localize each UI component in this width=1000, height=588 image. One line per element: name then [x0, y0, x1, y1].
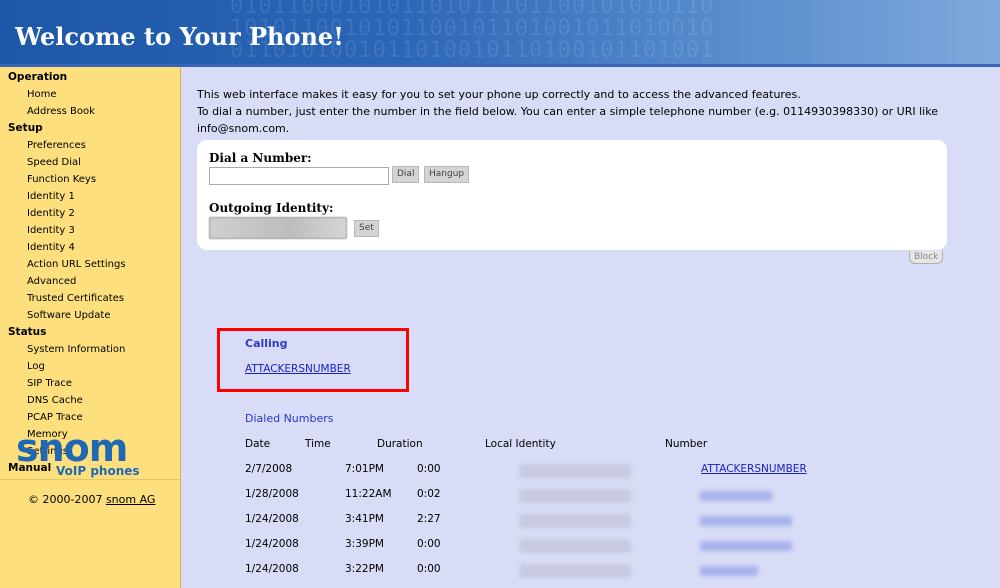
- sidebar-item-preferences[interactable]: Preferences: [0, 137, 180, 154]
- row-number-link-redacted[interactable]: [700, 566, 758, 576]
- row-date: 1/24/2008: [245, 538, 299, 550]
- column-header-date: Date: [245, 438, 271, 450]
- row-duration: 0:02: [417, 488, 441, 500]
- row-time: 3:41PM: [345, 513, 384, 525]
- sidebar-item-identity-3[interactable]: Identity 3: [0, 222, 180, 239]
- row-local-identity-redacted: [519, 539, 631, 553]
- calling-heading: Calling: [245, 337, 288, 350]
- intro-line-2: To dial a number, just enter the number …: [197, 105, 938, 135]
- row-date: 1/28/2008: [245, 488, 299, 500]
- dial-panel: Dial a Number: Dial Hangup Outgoing Iden…: [197, 140, 947, 250]
- sidebar-item-system-information[interactable]: System Information: [0, 341, 180, 358]
- sidebar-item-sip-trace[interactable]: SIP Trace: [0, 375, 180, 392]
- sidebar-item-identity-1[interactable]: Identity 1: [0, 188, 180, 205]
- copyright: © 2000-2007 snom AG: [28, 493, 155, 506]
- sidebar-item-advanced[interactable]: Advanced: [0, 273, 180, 290]
- dialed-numbers-heading: Dialed Numbers: [245, 412, 334, 425]
- row-date: 1/24/2008: [245, 513, 299, 525]
- dial-button[interactable]: Dial: [392, 166, 420, 183]
- row-time: 7:01PM: [345, 463, 384, 475]
- sidebar-divider: [0, 479, 180, 480]
- row-duration: 0:00: [417, 463, 441, 475]
- logo-wordmark: snom: [16, 426, 128, 470]
- intro-line-1: This web interface makes it easy for you…: [197, 88, 801, 101]
- row-time: 11:22AM: [345, 488, 392, 500]
- sidebar-item-trusted-certificates[interactable]: Trusted Certificates: [0, 290, 180, 307]
- snom-logo: snom VoIP phones: [14, 428, 174, 478]
- row-duration: 0:00: [417, 538, 441, 550]
- set-identity-button[interactable]: Set: [354, 220, 379, 237]
- row-local-identity-redacted: [519, 564, 631, 578]
- row-local-identity-redacted: [519, 489, 631, 503]
- intro-text: This web interface makes it easy for you…: [197, 86, 957, 137]
- row-number-link-redacted[interactable]: [700, 516, 792, 526]
- sidebar-section-status[interactable]: Status: [0, 324, 180, 341]
- logo-tagline: VoIP phones: [56, 464, 140, 478]
- block-button[interactable]: Block: [909, 251, 944, 264]
- sidebar: Operation Home Address Book Setup Preference…: [0, 67, 181, 588]
- calling-number-link[interactable]: ATTACKERSNUMBER: [245, 363, 351, 375]
- row-number-link-redacted[interactable]: [700, 541, 792, 551]
- sidebar-item-speed-dial[interactable]: Speed Dial: [0, 154, 180, 171]
- binary-background-decoration: 0101100010101101011101100101010110 10101…: [230, 0, 715, 63]
- sidebar-item-dns-cache[interactable]: DNS Cache: [0, 392, 180, 409]
- sidebar-section-setup[interactable]: Setup: [0, 120, 180, 137]
- sidebar-item-identity-2[interactable]: Identity 2: [0, 205, 180, 222]
- dial-number-input[interactable]: [209, 167, 389, 185]
- row-date: 2/7/2008: [245, 463, 293, 475]
- sidebar-item-address-book[interactable]: Address Book: [0, 103, 180, 120]
- sidebar-nav: Operation Home Address Book Setup Preference…: [0, 67, 180, 477]
- row-duration: 0:00: [417, 563, 441, 575]
- sidebar-item-home[interactable]: Home: [0, 86, 180, 103]
- row-number-link[interactable]: ATTACKERSNUMBER: [701, 463, 807, 475]
- row-number-link-redacted[interactable]: [700, 491, 772, 501]
- sidebar-item-action-url-settings[interactable]: Action URL Settings: [0, 256, 180, 273]
- row-local-identity-redacted: [519, 514, 631, 528]
- outgoing-identity-label: Outgoing Identity:: [209, 201, 334, 215]
- page-title: Welcome to Your Phone!: [15, 22, 344, 51]
- copyright-text: © 2000-2007: [28, 493, 106, 506]
- sidebar-item-pcap-trace[interactable]: PCAP Trace: [0, 409, 180, 426]
- row-duration: 2:27: [417, 513, 441, 525]
- sidebar-item-function-keys[interactable]: Function Keys: [0, 171, 180, 188]
- column-header-local-identity: Local Identity: [485, 438, 556, 450]
- row-local-identity-redacted: [519, 464, 631, 478]
- column-header-number: Number: [665, 438, 708, 450]
- hangup-button[interactable]: Hangup: [424, 166, 470, 183]
- sidebar-section-operation[interactable]: Operation: [0, 69, 180, 86]
- sidebar-item-software-update[interactable]: Software Update: [0, 307, 180, 324]
- row-date: 1/24/2008: [245, 563, 299, 575]
- page-header: 0101100010101101011101100101010110 10101…: [0, 0, 1000, 64]
- row-time: 3:22PM: [345, 563, 384, 575]
- dial-number-label: Dial a Number:: [209, 151, 312, 165]
- sidebar-item-identity-4[interactable]: Identity 4: [0, 239, 180, 256]
- column-header-duration: Duration: [377, 438, 423, 450]
- sidebar-item-log[interactable]: Log: [0, 358, 180, 375]
- snom-ag-link[interactable]: snom AG: [106, 493, 156, 506]
- column-header-time: Time: [305, 438, 331, 450]
- outgoing-identity-select[interactable]: [209, 217, 347, 239]
- row-time: 3:39PM: [345, 538, 384, 550]
